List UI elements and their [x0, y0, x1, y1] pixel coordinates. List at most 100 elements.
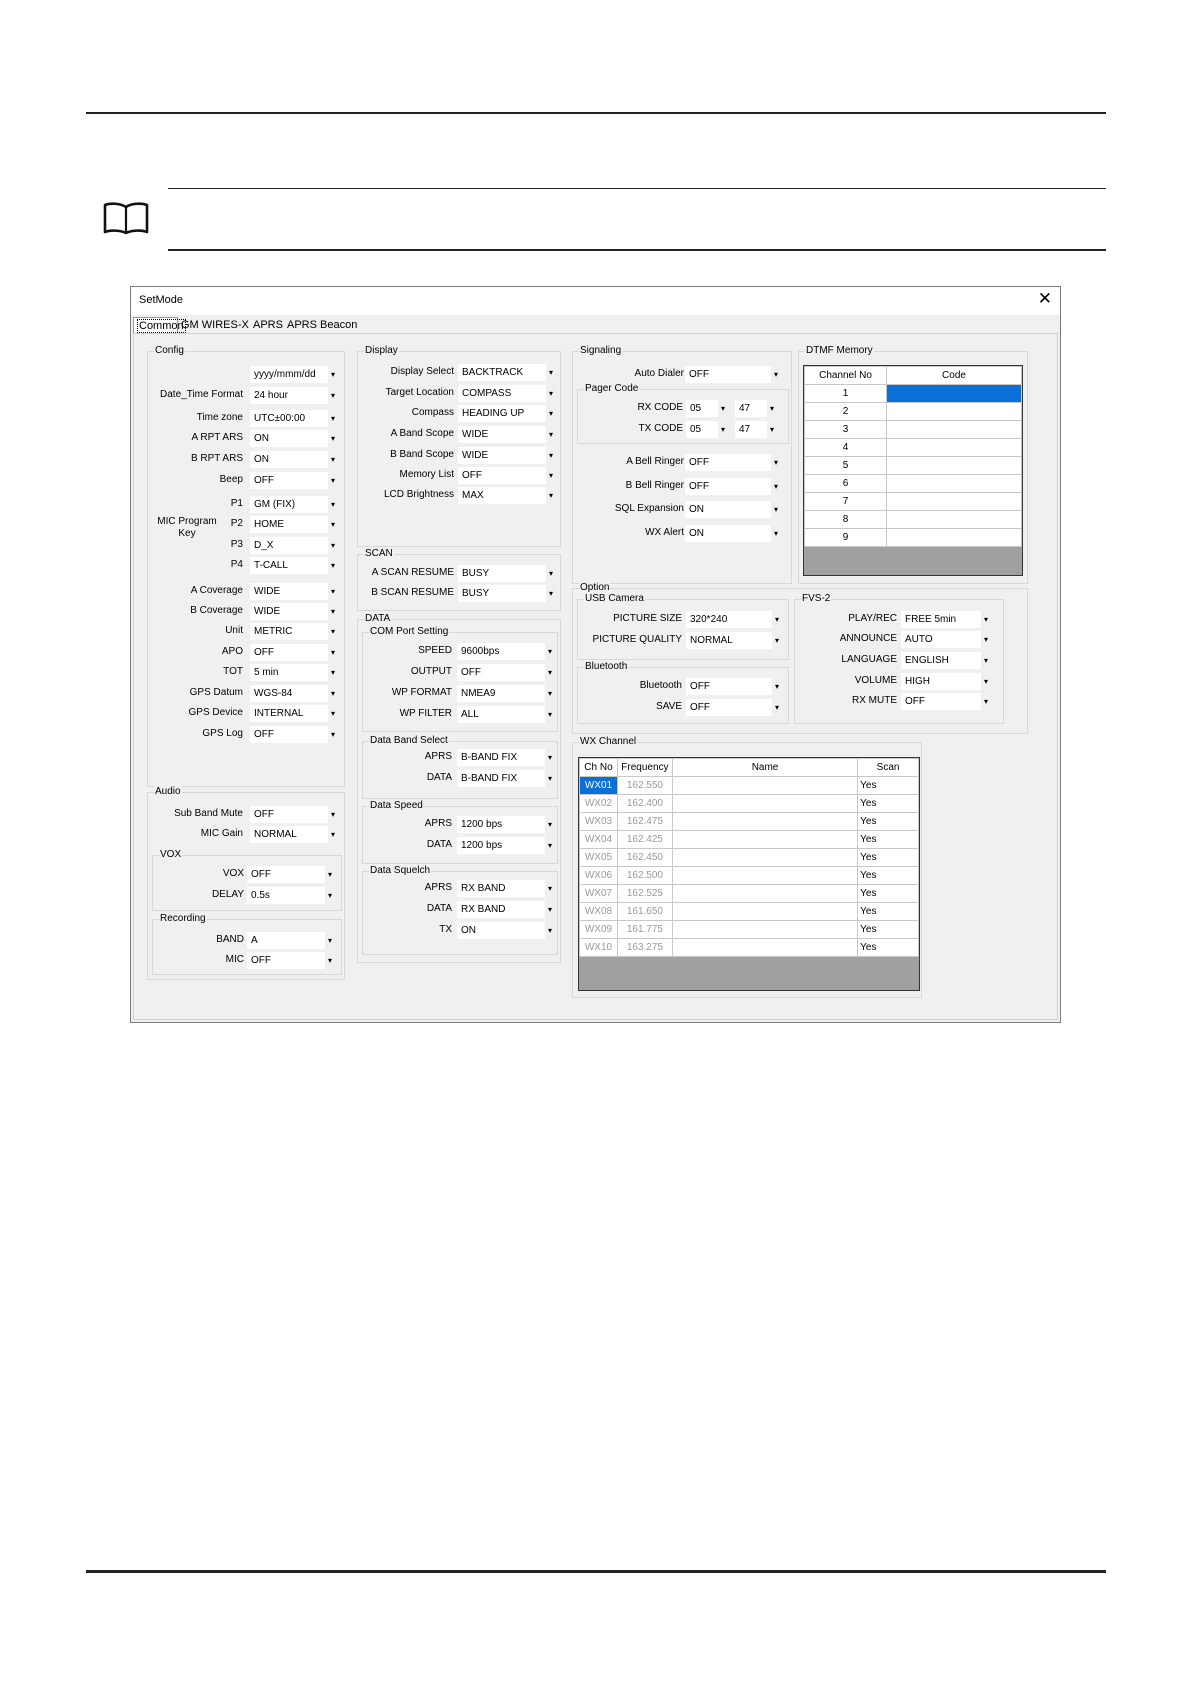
table-row[interactable]: 1: [804, 384, 1022, 403]
dropdown-arrow-icon[interactable]: ▾: [767, 421, 777, 438]
dropdown-arrow-icon[interactable]: ▾: [772, 699, 782, 716]
table-row[interactable]: 4: [804, 438, 1022, 457]
play-rec-dropdown[interactable]: FREE 5min: [901, 611, 981, 628]
gps-device-dropdown[interactable]: INTERNAL: [250, 705, 328, 722]
wx-scan-cell[interactable]: Yes: [857, 830, 919, 849]
wx-name-cell[interactable]: [671, 794, 859, 813]
table-row[interactable]: 2: [804, 402, 1022, 421]
mic-gain-dropdown[interactable]: NORMAL: [250, 826, 328, 843]
dropdown-arrow-icon[interactable]: ▾: [981, 611, 991, 628]
table-row[interactable]: 8: [804, 510, 1022, 529]
dtmf-code-cell[interactable]: [886, 492, 1022, 511]
dropdown-arrow-icon[interactable]: ▾: [545, 901, 555, 918]
a-scan-resume-dropdown[interactable]: BUSY: [458, 565, 546, 582]
dropdown-arrow-icon[interactable]: ▾: [328, 557, 338, 574]
beep-dropdown[interactable]: OFF: [250, 472, 328, 489]
gps-datum-dropdown[interactable]: WGS-84: [250, 685, 328, 702]
wx-scan-cell[interactable]: Yes: [857, 812, 919, 831]
date-format-dropdown[interactable]: yyyy/mmm/dd: [250, 366, 328, 383]
dropdown-arrow-icon[interactable]: ▾: [981, 652, 991, 669]
table-row[interactable]: 7: [804, 492, 1022, 511]
dropdown-arrow-icon[interactable]: ▾: [328, 472, 338, 489]
dropdown-arrow-icon[interactable]: ▾: [772, 611, 782, 628]
dropdown-arrow-icon[interactable]: ▾: [545, 837, 555, 854]
table-row[interactable]: WX03 162.475 Yes: [579, 812, 919, 831]
dropdown-arrow-icon[interactable]: ▾: [772, 678, 782, 695]
table-row[interactable]: WX06 162.500 Yes: [579, 866, 919, 885]
dropdown-arrow-icon[interactable]: ▾: [328, 603, 338, 620]
table-row[interactable]: 9: [804, 528, 1022, 547]
a-rpt-ars-dropdown[interactable]: ON: [250, 430, 328, 447]
b-bell-ringer-dropdown[interactable]: OFF: [685, 478, 771, 495]
dropdown-arrow-icon[interactable]: ▾: [981, 673, 991, 690]
tab-common[interactable]: Common: [133, 317, 186, 333]
tab-aprs-beacon[interactable]: APRS Beacon: [284, 317, 362, 333]
dropdown-arrow-icon[interactable]: ▾: [767, 400, 777, 417]
dropdown-arrow-icon[interactable]: ▾: [545, 664, 555, 681]
wx-name-cell[interactable]: [671, 776, 859, 795]
wx-alert-dropdown[interactable]: ON: [685, 525, 771, 542]
b-coverage-dropdown[interactable]: WIDE: [250, 603, 328, 620]
dropdown-arrow-icon[interactable]: ▾: [545, 816, 555, 833]
wx-name-cell[interactable]: [671, 812, 859, 831]
wx-name-cell[interactable]: [671, 866, 859, 885]
language-dropdown[interactable]: ENGLISH: [901, 652, 981, 669]
dropdown-arrow-icon[interactable]: ▾: [771, 366, 781, 383]
time-format-dropdown[interactable]: 24 hour: [250, 387, 328, 404]
announce-dropdown[interactable]: AUTO: [901, 631, 981, 648]
mic-dropdown[interactable]: OFF: [247, 952, 325, 969]
dtmf-code-cell[interactable]: [886, 420, 1022, 439]
display-select-dropdown[interactable]: BACKTRACK: [458, 364, 546, 381]
tx-code-a-dropdown[interactable]: 05: [686, 421, 718, 438]
dropdown-arrow-icon[interactable]: ▾: [328, 685, 338, 702]
dropdown-arrow-icon[interactable]: ▾: [328, 430, 338, 447]
a-band-scope-dropdown[interactable]: WIDE: [458, 426, 546, 443]
b-band-scope-dropdown[interactable]: WIDE: [458, 447, 546, 464]
dropdown-arrow-icon[interactable]: ▾: [545, 706, 555, 723]
wx-scan-cell[interactable]: Yes: [857, 920, 919, 939]
table-row[interactable]: WX08 161.650 Yes: [579, 902, 919, 921]
picture-size-dropdown[interactable]: 320*240: [686, 611, 772, 628]
wx-scan-cell[interactable]: Yes: [857, 794, 919, 813]
dropdown-arrow-icon[interactable]: ▾: [328, 496, 338, 513]
table-row[interactable]: WX01 162.550 Yes: [579, 776, 919, 795]
dropdown-arrow-icon[interactable]: ▾: [545, 922, 555, 939]
table-row[interactable]: 6: [804, 474, 1022, 493]
band-aprs-dropdown[interactable]: B-BAND FIX: [457, 749, 545, 766]
dropdown-arrow-icon[interactable]: ▾: [546, 385, 556, 402]
tx-code-b-dropdown[interactable]: 47: [735, 421, 767, 438]
dropdown-arrow-icon[interactable]: ▾: [546, 426, 556, 443]
dropdown-arrow-icon[interactable]: ▾: [328, 516, 338, 533]
wx-scan-cell[interactable]: Yes: [857, 938, 919, 957]
dropdown-arrow-icon[interactable]: ▾: [771, 454, 781, 471]
dropdown-arrow-icon[interactable]: ▾: [325, 887, 335, 904]
dropdown-arrow-icon[interactable]: ▾: [545, 770, 555, 787]
dropdown-arrow-icon[interactable]: ▾: [328, 664, 338, 681]
a-bell-ringer-dropdown[interactable]: OFF: [685, 454, 771, 471]
wx-name-cell[interactable]: [671, 902, 859, 921]
sql-expansion-dropdown[interactable]: ON: [685, 501, 771, 518]
rx-code-b-dropdown[interactable]: 47: [735, 400, 767, 417]
target-location-dropdown[interactable]: COMPASS: [458, 385, 546, 402]
dtmf-code-cell[interactable]: [886, 402, 1022, 421]
sub-band-mute-dropdown[interactable]: OFF: [250, 806, 328, 823]
dropdown-arrow-icon[interactable]: ▾: [771, 525, 781, 542]
dropdown-arrow-icon[interactable]: ▾: [325, 932, 335, 949]
dropdown-arrow-icon[interactable]: ▾: [328, 537, 338, 554]
rx-mute-dropdown[interactable]: OFF: [901, 693, 981, 710]
auto-dialer-dropdown[interactable]: OFF: [685, 366, 771, 383]
bt-save-dropdown[interactable]: OFF: [686, 699, 772, 716]
dropdown-arrow-icon[interactable]: ▾: [546, 405, 556, 422]
dropdown-arrow-icon[interactable]: ▾: [772, 632, 782, 649]
wx-name-cell[interactable]: [671, 920, 859, 939]
speed-aprs-dropdown[interactable]: 1200 bps: [457, 816, 545, 833]
dropdown-arrow-icon[interactable]: ▾: [328, 726, 338, 743]
a-coverage-dropdown[interactable]: WIDE: [250, 583, 328, 600]
dropdown-arrow-icon[interactable]: ▾: [718, 421, 728, 438]
wx-name-cell[interactable]: [671, 848, 859, 867]
wp-format-dropdown[interactable]: NMEA9: [457, 685, 545, 702]
dtmf-code-cell[interactable]: [886, 510, 1022, 529]
dropdown-arrow-icon[interactable]: ▾: [328, 623, 338, 640]
p4-key-dropdown[interactable]: T-CALL: [250, 557, 328, 574]
dropdown-arrow-icon[interactable]: ▾: [328, 410, 338, 427]
